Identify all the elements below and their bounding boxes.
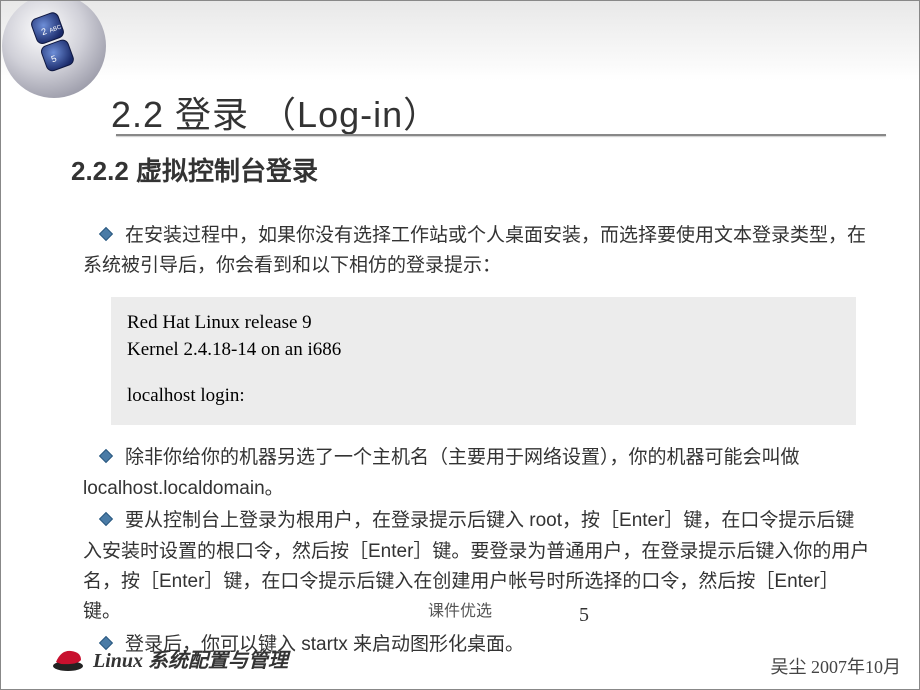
code-line-1: Red Hat Linux release 9	[127, 309, 840, 337]
bullet-2-text: 除非你给你的机器另选了一个主机名（主要用于网络设置），你的机器可能会叫做 loc…	[83, 447, 800, 498]
slide-subtitle: 2.2.2 虚拟控制台登录	[71, 151, 318, 188]
diamond-bullet-icon	[99, 512, 113, 526]
login-prompt-code: Red Hat Linux release 9 Kernel 2.4.18-14…	[111, 297, 856, 426]
footer-left-text: Linux 系统配置与管理	[93, 644, 288, 673]
bullet-1: 在安装过程中，如果你没有选择工作站或个人桌面安装，而选择要使用文本登录类型，在系…	[83, 221, 873, 282]
code-line-2: Kernel 2.4.18-14 on an i686	[127, 336, 840, 364]
bullet-1-text: 在安装过程中，如果你没有选择工作站或个人桌面安装，而选择要使用文本登录类型，在系…	[83, 225, 866, 276]
footer-bar: Linux 系统配置与管理 吴尘 2007年10月	[1, 639, 919, 689]
corner-logo-icon: 2 ABC 5	[1, 1, 111, 111]
diamond-bullet-icon	[99, 227, 113, 241]
title-underline	[116, 134, 886, 136]
code-line-3: localhost login:	[127, 382, 840, 410]
diamond-bullet-icon	[99, 449, 113, 463]
footer-center-text: 课件优选	[1, 597, 919, 621]
slide-content: 在安装过程中，如果你没有选择工作站或个人桌面安装，而选择要使用文本登录类型，在系…	[83, 221, 873, 662]
redhat-icon	[51, 644, 85, 677]
page-number: 5	[579, 604, 589, 627]
footer-right-text: 吴尘 2007年10月	[771, 653, 902, 679]
slide-title: 2.2 登录 （Log-in）	[111, 86, 440, 138]
bullet-2: 除非你给你的机器另选了一个主机名（主要用于网络设置），你的机器可能会叫做 loc…	[83, 443, 873, 504]
slide: 2 ABC 5 2.2 登录 （Log-in） 2.2.2 虚拟控制台登录 在安…	[0, 0, 920, 690]
